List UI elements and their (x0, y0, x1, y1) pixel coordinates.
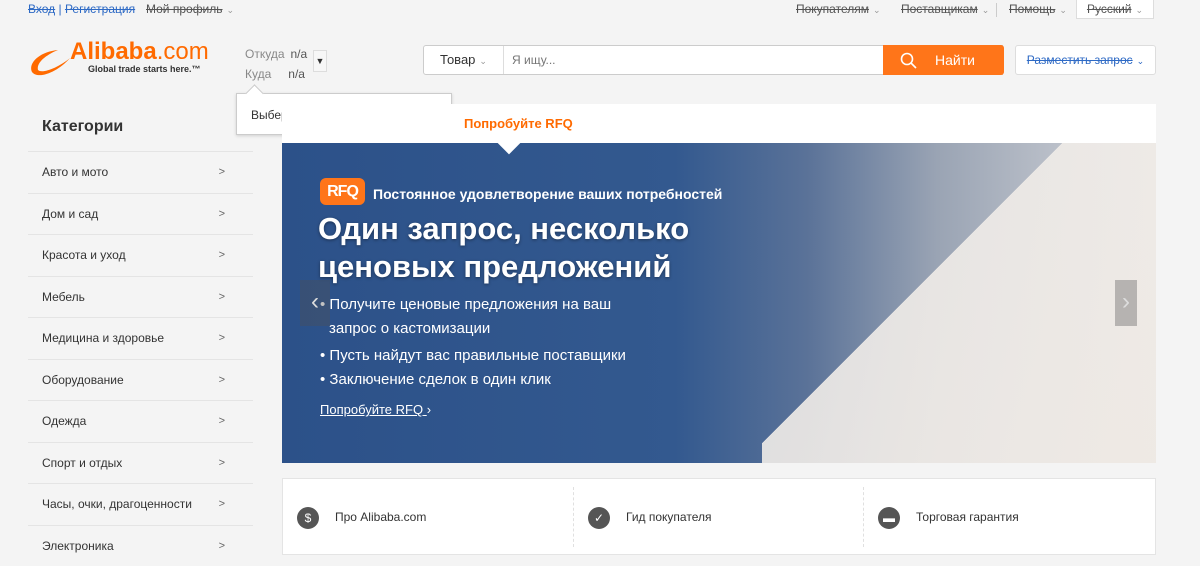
search-category-label: Товар (440, 52, 475, 67)
post-request-button[interactable]: Разместить запрос ⌄ (1015, 45, 1156, 75)
search-input[interactable] (512, 51, 872, 69)
chevron-right-icon: > (219, 484, 225, 524)
to-value: n/a (288, 67, 305, 81)
search-button-label: Найти (935, 45, 975, 75)
sidebar-item-label: Электроника (42, 539, 114, 553)
alibaba-logo[interactable]: Alibaba.com Global trade starts here.™ (28, 40, 213, 80)
suppliers-menu[interactable]: Поставщикам ⌄ (901, 2, 989, 16)
chevron-down-icon: ⌄ (873, 5, 881, 15)
chevron-right-icon: > (219, 152, 225, 192)
buyer-guide-link[interactable]: ✓ Гид покупателя (573, 487, 863, 547)
from-value: n/a (291, 47, 308, 61)
logo-text: Alibaba.com (70, 38, 209, 66)
chevron-down-icon: ⌄ (1135, 5, 1143, 15)
chevron-down-icon: ⌄ (982, 5, 990, 15)
from-label: Откуда (245, 47, 285, 61)
globe-dollar-icon: $ (297, 507, 319, 529)
about-alibaba-link[interactable]: $ Про Alibaba.com (283, 487, 573, 547)
carousel-prev-button[interactable]: ‹ (300, 280, 330, 326)
sidebar-item[interactable]: Дом и сад > (28, 193, 253, 235)
sidebar-item[interactable]: Красота и уход > (28, 234, 253, 276)
shipping-dropdown-button[interactable]: ▼ (313, 50, 327, 72)
trade-assurance-link[interactable]: ▬ Торговая гарантия (863, 487, 1153, 547)
sidebar-item[interactable]: Спорт и отдых > (28, 442, 253, 484)
buyers-menu[interactable]: Покупателям ⌄ (796, 2, 881, 16)
rfq-panel-header: Попробуйте RFQ (282, 104, 1156, 143)
sidebar-item[interactable]: Оборудование > (28, 359, 253, 401)
search-button[interactable]: Найти (883, 45, 1004, 75)
categories-sidebar: Категории Авто и мото>Дом и сад>Красота … (28, 104, 253, 566)
help-label: Помощь (1009, 2, 1055, 16)
sidebar-item[interactable]: Мебель > (28, 276, 253, 318)
sidebar-item-label: Оборудование (42, 373, 124, 387)
divider (996, 3, 997, 17)
profile-menu[interactable]: Мой профиль ⌄ (146, 2, 234, 16)
chevron-down-icon: ⌄ (1137, 56, 1145, 66)
chevron-right-icon: > (219, 401, 225, 441)
bullet: Получите ценовые предложения на ваш (320, 293, 626, 317)
suppliers-label: Поставщикам (901, 2, 978, 16)
chevron-down-icon: ⌄ (227, 5, 235, 15)
sidebar-item-label: Медицина и здоровье (42, 331, 164, 345)
sidebar-item-label: Авто и мото (42, 165, 108, 179)
categories-title: Категории (28, 104, 253, 151)
chevron-right-icon: > (219, 194, 225, 234)
banner-notch (498, 143, 521, 154)
banner-photo (762, 143, 1156, 463)
sidebar-item-label: Красота и уход (42, 248, 126, 262)
to-label: Куда (245, 67, 271, 81)
logo-icon (28, 44, 72, 78)
search-category-select[interactable]: Товар ⌄ (424, 46, 504, 74)
signin-link[interactable]: Вход | Регистрация (28, 2, 135, 16)
chevron-right-icon: > (219, 318, 225, 358)
sidebar-item-label: Часы, очки, драгоценности (42, 497, 192, 511)
banner-bullets: Получите ценовые предложения на ваш запр… (320, 293, 626, 392)
chevron-right-icon: > (219, 277, 225, 317)
sidebar-item[interactable]: Авто и мото > (28, 151, 253, 193)
language-label: Русский (1087, 2, 1132, 16)
card-hand-icon: ▬ (878, 507, 900, 529)
signin-label[interactable]: Вход (28, 2, 55, 16)
language-select[interactable]: Русский⌄ (1076, 0, 1154, 19)
trade-assurance-label: Торговая гарантия (916, 510, 1019, 524)
chevron-right-icon: > (219, 443, 225, 483)
info-links: $ Про Alibaba.com ✓ Гид покупателя ▬ Торгов… (282, 478, 1156, 555)
help-menu[interactable]: Помощь ⌄ (1009, 2, 1067, 16)
chevron-right-icon: > (219, 360, 225, 400)
bullet: Пусть найдут вас правильные поставщики (320, 344, 626, 368)
post-request-label: Разместить запрос (1027, 53, 1133, 67)
buyer-guide-label: Гид покупателя (626, 510, 711, 524)
profile-label: Мой профиль (146, 2, 223, 16)
register-link[interactable]: Регистрация (65, 2, 135, 16)
chevron-right-icon: > (219, 526, 225, 566)
chevron-down-icon: ⌄ (1059, 5, 1067, 15)
sidebar-item-label: Спорт и отдых (42, 456, 122, 470)
search-bar: Товар ⌄ Найти (423, 45, 1003, 75)
user-check-icon: ✓ (588, 507, 610, 529)
sidebar-item[interactable]: Медицина и здоровье > (28, 317, 253, 359)
rfq-badge: RFQ (320, 178, 365, 205)
bullet-continuation: запрос о кастомизации (320, 317, 626, 341)
rfq-banner[interactable]: RFQ Постоянное удовлетворение ваших потр… (282, 143, 1156, 463)
sidebar-item[interactable]: Электроника > (28, 525, 253, 566)
sidebar-item-label: Мебель (42, 290, 85, 304)
buyers-label: Покупателям (796, 2, 869, 16)
search-icon (900, 52, 918, 70)
banner-headline: Один запрос, несколькоценовых предложени… (318, 210, 689, 286)
rfq-tab-title[interactable]: Попробуйте RFQ (464, 116, 573, 131)
banner-subtitle: Постоянное удовлетворение ваших потребно… (373, 186, 722, 202)
sidebar-item-label: Дом и сад (42, 207, 98, 221)
carousel-next-button[interactable]: › (1115, 280, 1137, 326)
shipping-selector[interactable]: Откудаn/a Кудаn/a (245, 44, 307, 84)
chevron-right-icon: > (219, 235, 225, 275)
chevron-right-icon: › (427, 402, 431, 417)
about-label: Про Alibaba.com (335, 510, 426, 524)
sidebar-item-label: Одежда (42, 414, 86, 428)
sidebar-item[interactable]: Одежда > (28, 400, 253, 442)
bullet: Заключение сделок в один клик (320, 368, 626, 392)
chevron-down-icon: ⌄ (479, 56, 487, 66)
try-rfq-link[interactable]: Попробуйте RFQ › (320, 402, 431, 417)
sidebar-item[interactable]: Часы, очки, драгоценности > (28, 483, 253, 525)
logo-tagline: Global trade starts here.™ (88, 64, 201, 74)
